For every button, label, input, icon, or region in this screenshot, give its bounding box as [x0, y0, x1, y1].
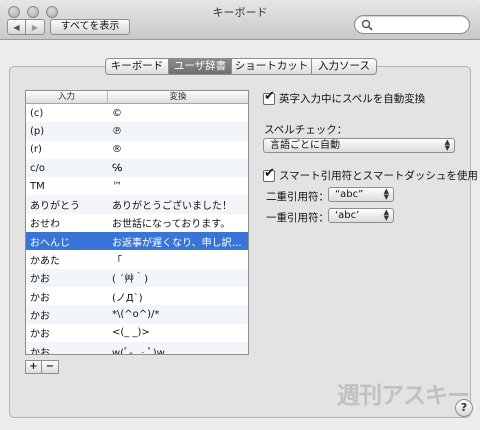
input-cell: (r) [30, 144, 42, 156]
conversion-cell: © [112, 107, 122, 119]
forward-arrow-icon: ▶ [31, 22, 39, 32]
forward-button[interactable]: ▶ [26, 19, 45, 35]
single-quote-label: 一重引用符： [266, 212, 329, 224]
input-cell: かお [30, 347, 50, 355]
updown-arrows-icon: ▲ ▼ [444, 138, 450, 152]
remove-entry-button[interactable]: − [42, 360, 59, 374]
table-header: 入力 変換 [26, 91, 248, 104]
input-cell: かお [30, 310, 50, 322]
table-body: (c) © (p) ℗ (r) ® c/o ℅ TM ™ ありがとう ありがとうございました！ おせわお… [26, 104, 248, 355]
conversion-cell: (ノД`) [112, 292, 143, 304]
conversion-cell: ℗ [112, 125, 122, 137]
updown-arrows-icon: ▲ ▼ [383, 208, 389, 222]
table-row[interactable]: かお (ノД`) [26, 287, 248, 305]
input-cell: ありがとう [30, 201, 80, 213]
table-row[interactable]: かあた 「 [26, 250, 248, 268]
table-row[interactable]: かお *\(^o^)/* [26, 305, 248, 324]
back-button[interactable]: ◀ [7, 19, 26, 35]
preferences-window: キーボード ◀ ▶ すべてを表示 キーボード ユーザ辞書 ショートカット 入力ソ… [0, 0, 480, 430]
conversion-cell: お返事が遅くなり、申し訳あ… [112, 237, 248, 249]
add-remove-buttons: + − [25, 360, 59, 374]
checkmark-icon: ✔ [264, 165, 275, 181]
table-row[interactable]: (c) © [26, 104, 248, 122]
input-cell: かあた [30, 256, 60, 268]
tab-bar: キーボード ユーザ辞書 ショートカット 入力ソース [105, 58, 377, 75]
user-dictionary-table[interactable]: 入力 変換 (c) © (p) ℗ (r) ® c/o ℅ TM ™ ありがとう ありがとうございまし… [25, 90, 249, 355]
smart-quotes-label: スマート引用符とスマートダッシュを使用 [279, 170, 478, 182]
watermark-logo: 週刊アスキー [337, 383, 470, 409]
auto-spell-label: 英字入力中にスペルを自動変換 [279, 93, 426, 105]
input-cell: おへんじ [30, 237, 70, 249]
spellcheck-value: 言語ごとに自動 [270, 140, 340, 151]
nav-buttons: ◀ ▶ [7, 19, 45, 35]
double-quote-label: 二重引用符： [266, 191, 329, 203]
column-header-conversion[interactable]: 変換 [108, 91, 248, 103]
input-cell: かお [30, 274, 50, 286]
updown-arrows-icon: ▲ ▼ [383, 187, 389, 201]
table-row[interactable]: ありがとう ありがとうございました！ [26, 195, 248, 214]
auto-spell-checkbox[interactable]: ✔ [263, 88, 275, 105]
conversion-cell: <(_ _)> [112, 327, 150, 339]
spellcheck-popup[interactable]: 言語ごとに自動 ▲ ▼ [263, 138, 455, 153]
input-cell: (c) [30, 107, 44, 119]
tab-input-sources[interactable]: 入力ソース [312, 58, 377, 75]
table-row[interactable]: おせわ お世話になっております。 [26, 214, 248, 232]
search-field[interactable] [354, 15, 470, 34]
table-row[interactable]: かお <(_ _)> [26, 324, 248, 342]
back-arrow-icon: ◀ [13, 22, 20, 32]
table-row[interactable]: かお w(ﾟ‐_‐ﾟ)w [26, 341, 248, 355]
title-bar: キーボード ◀ ▶ すべてを表示 [0, 0, 480, 40]
conversion-cell: ℅ [112, 162, 123, 174]
conversion-cell: お世話になっております。 [112, 219, 231, 231]
input-cell: かお [30, 292, 50, 304]
input-cell: かお [30, 329, 50, 341]
help-button[interactable]: ? [455, 399, 473, 417]
single-quote-value: ‘abc’ [335, 210, 360, 221]
auto-spell-option[interactable]: ✔ 英字入力中にスペルを自動変換 [263, 88, 426, 106]
spellcheck-label: スペルチェック： [264, 124, 348, 136]
input-cell: c/o [30, 162, 45, 174]
table-row[interactable]: (p) ℗ [26, 122, 248, 141]
conversion-cell: 「 [112, 256, 122, 268]
table-row[interactable]: TM ™ [26, 177, 248, 195]
input-cell: TM [30, 180, 45, 192]
show-all-button[interactable]: すべてを表示 [50, 19, 130, 35]
single-quote-popup[interactable]: ‘abc’ ▲ ▼ [328, 208, 394, 223]
table-row[interactable]: かお ( ´艸｀) [26, 268, 248, 287]
table-row[interactable]: おへんじ お返事が遅くなり、申し訳あ… [26, 232, 248, 251]
input-cell: (p) [30, 125, 45, 137]
tab-user-dictionary[interactable]: ユーザ辞書 [169, 58, 232, 75]
conversion-cell: *\(^o^)/* [112, 308, 160, 320]
conversion-cell: ありがとうございました！ [112, 201, 232, 213]
column-header-input[interactable]: 入力 [26, 91, 108, 103]
conversion-cell: w(ﾟ‐_‐ﾟ)w [112, 347, 165, 355]
conversion-cell: ® [112, 144, 122, 156]
double-quote-popup[interactable]: “abc” ▲ ▼ [328, 187, 394, 202]
table-row[interactable]: (r) ® [26, 141, 248, 159]
add-entry-button[interactable]: + [25, 360, 42, 374]
tab-shortcuts[interactable]: ショートカット [232, 58, 312, 75]
tab-keyboard[interactable]: キーボード [105, 58, 169, 75]
search-icon [361, 19, 373, 31]
double-quote-value: “abc” [335, 189, 364, 200]
input-cell: おせわ [30, 219, 60, 231]
conversion-cell: ( ´艸｀) [112, 274, 148, 286]
table-row[interactable]: c/o ℅ [26, 158, 248, 178]
smart-quotes-option[interactable]: ✔ スマート引用符とスマートダッシュを使用 [263, 165, 478, 183]
conversion-cell: ™ [112, 180, 122, 192]
checkmark-icon: ✔ [264, 88, 275, 104]
smart-quotes-checkbox[interactable]: ✔ [263, 165, 275, 182]
